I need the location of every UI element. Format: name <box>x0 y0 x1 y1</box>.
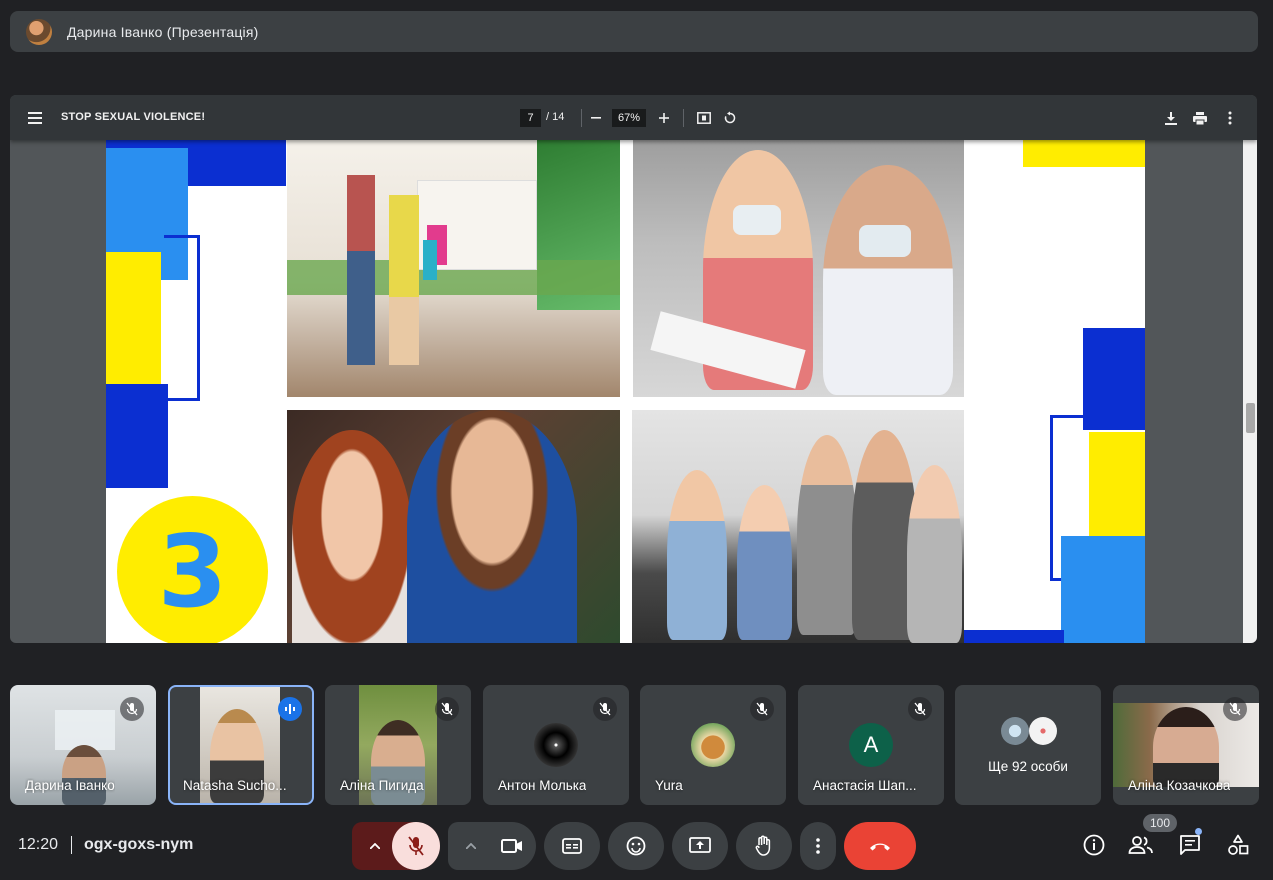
presenter-avatar <box>26 18 52 45</box>
mic-off-icon <box>435 697 459 721</box>
activities-button[interactable] <box>1225 832 1251 858</box>
participant-name: Антон Молька <box>498 778 587 793</box>
speaking-indicator-icon <box>278 697 302 721</box>
page-number-input[interactable]: 7 <box>520 109 541 127</box>
toolbar-divider <box>581 109 582 127</box>
more-options-button[interactable] <box>800 822 836 870</box>
more-participants-tile[interactable]: Ще 92 особи <box>955 685 1101 805</box>
raise-hand-button[interactable] <box>736 822 792 870</box>
participant-avatar: A <box>849 723 893 767</box>
people-button[interactable] <box>1128 832 1154 858</box>
slide-number-circle: 3 <box>117 496 268 643</box>
mic-off-icon <box>1223 697 1247 721</box>
participant-tile[interactable]: Аліна Пигида <box>325 685 471 805</box>
print-icon[interactable] <box>1189 107 1211 129</box>
present-screen-icon <box>689 837 711 853</box>
hand-icon <box>755 835 771 856</box>
slide-number: 3 <box>157 513 228 630</box>
participant-name: Анастасія Шап... <box>813 778 917 793</box>
more-options-icon[interactable] <box>1219 107 1241 129</box>
pdf-title: STOP SEXUAL VIOLENCE! <box>61 111 206 123</box>
activities-icon <box>1228 834 1249 855</box>
pdf-scrollbar[interactable] <box>1243 140 1257 643</box>
chat-notification-dot <box>1195 828 1202 835</box>
participant-tile[interactable]: A Анастасія Шап... <box>798 685 944 805</box>
participant-tile[interactable]: Антон Молька <box>483 685 629 805</box>
photo-couple-shopping <box>287 140 620 397</box>
slide-block-dark-blue <box>106 384 168 488</box>
chat-button[interactable] <box>1177 832 1203 858</box>
participant-name: Дарина Іванко <box>25 778 115 793</box>
leave-call-button[interactable] <box>844 822 916 870</box>
more-participants-label: Ще 92 особи <box>988 759 1068 774</box>
mic-off-icon <box>593 697 617 721</box>
participant-name: Аліна Козачкова <box>1128 778 1231 793</box>
participant-tile[interactable]: Yura <box>640 685 786 805</box>
participant-name: Natasha Sucho... <box>183 778 287 793</box>
more-vert-icon <box>816 838 820 854</box>
mic-off-icon <box>750 697 774 721</box>
divider <box>71 836 72 854</box>
emoji-icon <box>626 836 646 856</box>
people-icon <box>1128 836 1153 854</box>
video-camera-icon <box>501 839 522 853</box>
participant-tile-active-speaker[interactable]: Natasha Sucho... <box>168 685 314 805</box>
participant-name: Yura <box>655 778 683 793</box>
pdf-toolbar: STOP SEXUAL VIOLENCE! 7 / 14 67% <box>10 95 1257 140</box>
info-icon <box>1083 834 1105 856</box>
meeting-code[interactable]: ogx-goxs-nym <box>84 836 193 854</box>
closed-captions-icon <box>562 838 582 854</box>
page-total: / 14 <box>546 111 565 123</box>
menu-icon[interactable] <box>24 107 46 129</box>
zoom-out-icon[interactable] <box>585 107 607 129</box>
download-icon[interactable] <box>1160 107 1182 129</box>
mic-off-icon <box>120 697 144 721</box>
presenter-bar: Дарина Іванко (Презентація) <box>10 11 1258 52</box>
participant-tile[interactable]: Дарина Іванко <box>10 685 156 805</box>
participant-tile[interactable]: Аліна Козачкова <box>1113 685 1259 805</box>
rotate-icon[interactable] <box>719 107 741 129</box>
participant-avatar <box>534 723 578 767</box>
photo-couple-portrait <box>287 410 620 643</box>
slide-block-dark-blue <box>964 630 1064 643</box>
fit-page-icon[interactable] <box>693 107 715 129</box>
present-screen-button[interactable] <box>672 822 728 870</box>
end-call-icon <box>870 843 890 851</box>
participant-avatar <box>1029 717 1057 745</box>
photo-couple-masks <box>633 140 964 397</box>
photo-family-sofa <box>632 410 964 643</box>
slide-block-yellow <box>106 252 161 384</box>
presenter-name: Дарина Іванко (Презентація) <box>67 23 259 40</box>
participant-name: Аліна Пигида <box>340 778 424 793</box>
mic-off-icon <box>908 697 932 721</box>
participant-avatar <box>691 723 735 767</box>
zoom-in-icon[interactable] <box>653 107 675 129</box>
reactions-button[interactable] <box>608 822 664 870</box>
mic-off-button[interactable] <box>392 822 440 870</box>
chat-icon <box>1180 835 1200 855</box>
participant-avatar <box>1001 717 1029 745</box>
camera-button[interactable] <box>488 822 536 870</box>
camera-control-group <box>448 822 536 870</box>
pdf-viewer: STOP SEXUAL VIOLENCE! 7 / 14 67% 3 <box>10 95 1257 643</box>
slide-block-blue <box>1061 536 1145 643</box>
toolbar-divider <box>683 109 684 127</box>
meeting-details-button[interactable] <box>1081 832 1107 858</box>
scrollbar-thumb[interactable] <box>1246 403 1255 433</box>
slide-outline-block <box>164 235 200 401</box>
presentation-slide: 3 <box>106 140 1145 643</box>
mic-off-icon <box>408 836 424 856</box>
captions-button[interactable] <box>544 822 600 870</box>
zoom-input[interactable]: 67% <box>612 109 646 127</box>
people-count-badge: 100 <box>1143 814 1177 832</box>
slide-block-yellow <box>1023 140 1145 167</box>
microphone-control-group <box>352 822 440 870</box>
meeting-clock: 12:20 <box>18 836 59 853</box>
